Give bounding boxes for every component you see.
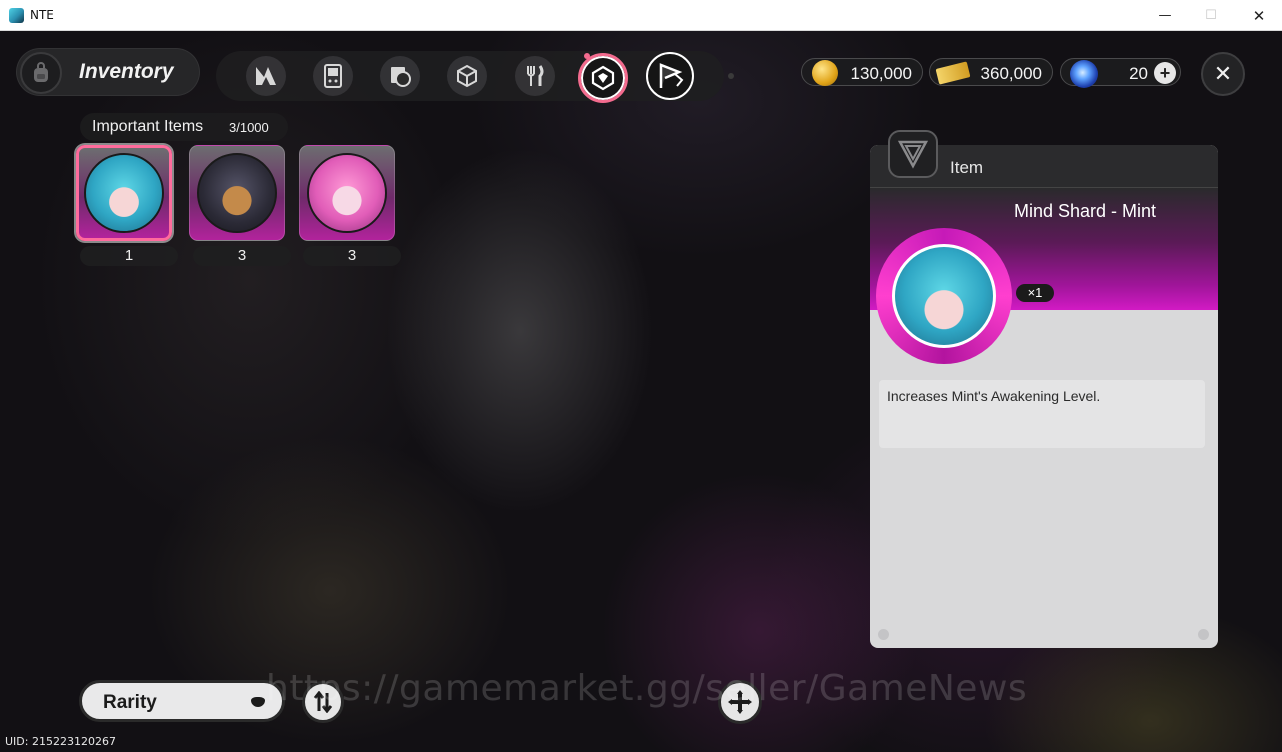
pink-hair-portrait <box>307 153 387 233</box>
window-close-button[interactable]: ✕ <box>1236 0 1282 31</box>
tab-scroll-indicator <box>728 73 734 79</box>
item-slot-dog[interactable]: 3 <box>189 145 291 266</box>
item-slot-mint-selected[interactable]: 1 <box>76 145 178 266</box>
chevron-down-icon <box>251 697 265 707</box>
ticket-icon <box>934 57 971 89</box>
tab-handheld-console-icon[interactable] <box>313 56 353 96</box>
detail-header-title: Item <box>950 158 984 177</box>
add-currency-button[interactable]: + <box>1154 62 1176 84</box>
tab-cube-icon[interactable] <box>447 56 487 96</box>
currency-ticket: 360,000 <box>929 58 1053 86</box>
inventory-header: Inventory <box>16 48 200 96</box>
mint-portrait <box>84 153 164 233</box>
item-owned-qty: ×1 <box>1016 284 1054 302</box>
item-slot-pink-hair[interactable]: 3 <box>299 145 401 266</box>
dog-portrait <box>197 153 277 233</box>
item-portrait <box>892 244 996 348</box>
page-title: Inventory <box>79 60 174 83</box>
item-quantity: 1 <box>80 246 178 266</box>
item-description-text: Increases Mint's Awakening Level. <box>887 388 1101 404</box>
tab-all-n-logo-icon[interactable] <box>246 56 286 96</box>
close-inventory-button[interactable]: ✕ <box>1201 52 1245 96</box>
panel-corner-dot <box>878 629 889 640</box>
tab-disc-box-icon[interactable] <box>380 56 420 96</box>
tab-fork-knife-icon[interactable] <box>515 56 555 96</box>
currency-orb: 20 + <box>1060 57 1181 89</box>
category-label: Important Items 3/1000 <box>80 113 288 141</box>
window-title-bar: NTE — ☐ ✕ <box>0 0 1282 31</box>
item-description: Increases Mint's Awakening Level. <box>879 380 1205 448</box>
minimize-button[interactable]: — <box>1142 0 1188 31</box>
sort-by-select[interactable]: Rarity <box>79 680 285 722</box>
gold-coin-icon <box>806 57 840 89</box>
item-quantity: 3 <box>303 246 401 266</box>
sort-by-label: Rarity <box>103 692 157 713</box>
panel-corner-dot <box>1198 629 1209 640</box>
item-name: Mind Shard - Mint <box>1014 201 1157 221</box>
app-icon <box>9 8 24 23</box>
watermark-text: https://gamemarket.gg/seller/GameNews <box>266 668 1028 709</box>
game-viewport: Inventory 130,000 360,000 20 + ✕ Importa… <box>0 31 1282 752</box>
currency-orb-value: 20 <box>1129 64 1148 83</box>
category-tab-bar <box>216 51 734 103</box>
currency-ticket-value: 360,000 <box>980 64 1042 83</box>
user-id: UID: 215223120267 <box>5 735 116 748</box>
currency-gold-value: 130,000 <box>850 64 912 83</box>
window-title: NTE <box>30 8 54 22</box>
backpack-icon <box>20 52 62 94</box>
blue-orb-icon <box>1065 57 1099 89</box>
tab-gem-cube-icon[interactable] <box>578 53 628 103</box>
item-quantity: 3 <box>193 246 291 266</box>
tab-flag-icon[interactable] <box>646 52 694 100</box>
item-detail-panel: Item Mind Shard - Mint ×1 Increases Mint… <box>870 145 1218 648</box>
rarity-emblem-icon <box>888 130 938 178</box>
category-name: Important Items <box>92 118 204 135</box>
notification-dot <box>584 53 590 59</box>
maximize-button[interactable]: ☐ <box>1188 0 1234 31</box>
category-count: 3/1000 <box>229 120 269 135</box>
currency-gold: 130,000 <box>801 58 923 86</box>
